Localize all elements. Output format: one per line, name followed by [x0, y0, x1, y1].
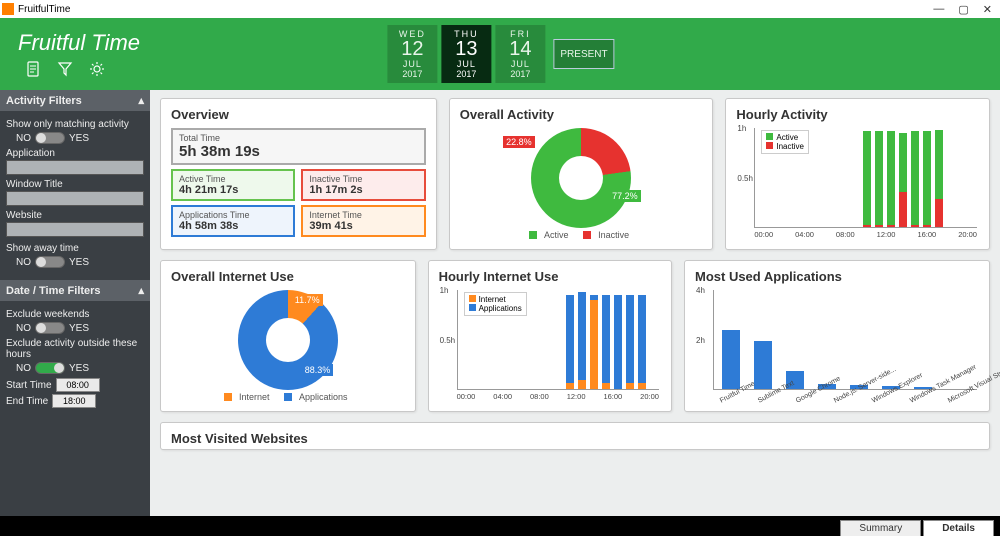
website-label: Website	[6, 210, 144, 221]
gear-icon[interactable]	[88, 60, 106, 78]
website-input[interactable]	[6, 222, 144, 237]
show-away-label: Show away time	[6, 243, 144, 254]
exclude-weekends-label: Exclude weekends	[6, 309, 144, 320]
hourly-internet-title: Hourly Internet Use	[439, 269, 661, 284]
overall-activity-card: Overall Activity 22.8% 77.2% Active Inac…	[449, 98, 714, 250]
date-current[interactable]: THU 13 JUL 2017	[441, 25, 491, 83]
most-sites-card: Most Visited Websites	[160, 422, 990, 450]
activity-filters-title: Activity Filters	[6, 95, 82, 107]
sidebar: Activity Filters ▴ Show only matching ac…	[0, 90, 150, 516]
chevron-up-icon: ▴	[138, 284, 144, 297]
inactive-pct-label: 22.8%	[503, 136, 535, 148]
date-next[interactable]: FRI 14 JUL 2017	[495, 25, 545, 83]
present-button[interactable]: PRESENT	[553, 39, 614, 69]
total-time-tile: Total Time 5h 38m 19s	[171, 128, 426, 165]
hourly-activity-title: Hourly Activity	[736, 107, 979, 122]
tab-details[interactable]: Details	[923, 520, 994, 536]
overall-activity-donut	[531, 128, 631, 228]
show-matching-label: Show only matching activity	[6, 119, 144, 130]
filter-icon[interactable]	[56, 60, 74, 78]
brand-title: Fruitful Time	[18, 30, 140, 56]
window-title: FruitfulTime	[18, 4, 70, 15]
active-pct-label: 77.2%	[609, 190, 641, 202]
application-input[interactable]	[6, 160, 144, 175]
maximize-button[interactable]: ▢	[958, 3, 968, 16]
active-time-tile: Active Time 4h 21m 17s	[171, 169, 295, 201]
activity-filters-header[interactable]: Activity Filters ▴	[0, 90, 150, 111]
overall-internet-title: Overall Internet Use	[171, 269, 405, 284]
report-icon[interactable]	[24, 60, 42, 78]
close-button[interactable]: ✕	[983, 3, 992, 16]
app-icon	[2, 3, 14, 15]
end-time-label: End Time	[6, 396, 48, 407]
end-time-input[interactable]	[52, 394, 96, 408]
application-label: Application	[6, 148, 144, 159]
date-filters-header[interactable]: Date / Time Filters ▴	[0, 280, 150, 301]
date-filters-title: Date / Time Filters	[6, 285, 101, 297]
window-title-label: Window Title	[6, 179, 144, 190]
window-titlebar: FruitfulTime — ▢ ✕	[0, 0, 1000, 18]
start-time-input[interactable]	[56, 378, 100, 392]
tab-summary[interactable]: Summary	[840, 520, 921, 536]
overall-internet-card: Overall Internet Use 11.7% 88.3% Interne…	[160, 260, 416, 412]
hourly-activity-chart: Active Inactive 1h 0.5h	[754, 128, 977, 228]
date-picker: WED 12 JUL 2017 THU 13 JUL 2017 FRI 14 J…	[385, 25, 614, 83]
exclude-outside-label: Exclude activity outside these hours	[6, 338, 144, 360]
most-apps-title: Most Used Applications	[695, 269, 979, 284]
exclude-weekends-toggle[interactable]	[35, 322, 65, 334]
most-apps-card: Most Used Applications 4h 2h Fruitful Ti…	[684, 260, 990, 412]
overview-title: Overview	[171, 107, 426, 122]
internet-time-tile: Internet Time 39m 41s	[301, 205, 425, 237]
minimize-button[interactable]: —	[933, 3, 944, 16]
hourly-internet-card: Hourly Internet Use Internet Application…	[428, 260, 672, 412]
window-title-input[interactable]	[6, 191, 144, 206]
chevron-up-icon: ▴	[138, 94, 144, 107]
show-matching-toggle[interactable]	[35, 132, 65, 144]
date-prev[interactable]: WED 12 JUL 2017	[387, 25, 437, 83]
overview-card: Overview Total Time 5h 38m 19s Active Ti…	[160, 98, 437, 250]
apps-pct-label: 88.3%	[302, 364, 334, 376]
hourly-internet-chart: Internet Applications 1h 0.5h	[457, 290, 659, 390]
exclude-outside-toggle[interactable]	[35, 362, 65, 374]
show-away-toggle[interactable]	[35, 256, 65, 268]
start-time-label: Start Time	[6, 380, 52, 391]
hourly-activity-card: Hourly Activity Active Inactive 1h 0.5h	[725, 98, 990, 250]
internet-pct-label: 11.7%	[292, 294, 323, 306]
most-apps-chart: 4h 2h	[713, 290, 977, 390]
dashboard-content: Overview Total Time 5h 38m 19s Active Ti…	[150, 90, 1000, 516]
inactive-time-tile: Inactive Time 1h 17m 2s	[301, 169, 425, 201]
footer-bar: Summary Details	[0, 516, 1000, 536]
apps-time-tile: Applications Time 4h 58m 38s	[171, 205, 295, 237]
app-header: Fruitful Time WED 12 JUL 2017 THU 13 JUL…	[0, 18, 1000, 90]
most-sites-title: Most Visited Websites	[171, 431, 979, 446]
overall-activity-title: Overall Activity	[460, 107, 703, 122]
